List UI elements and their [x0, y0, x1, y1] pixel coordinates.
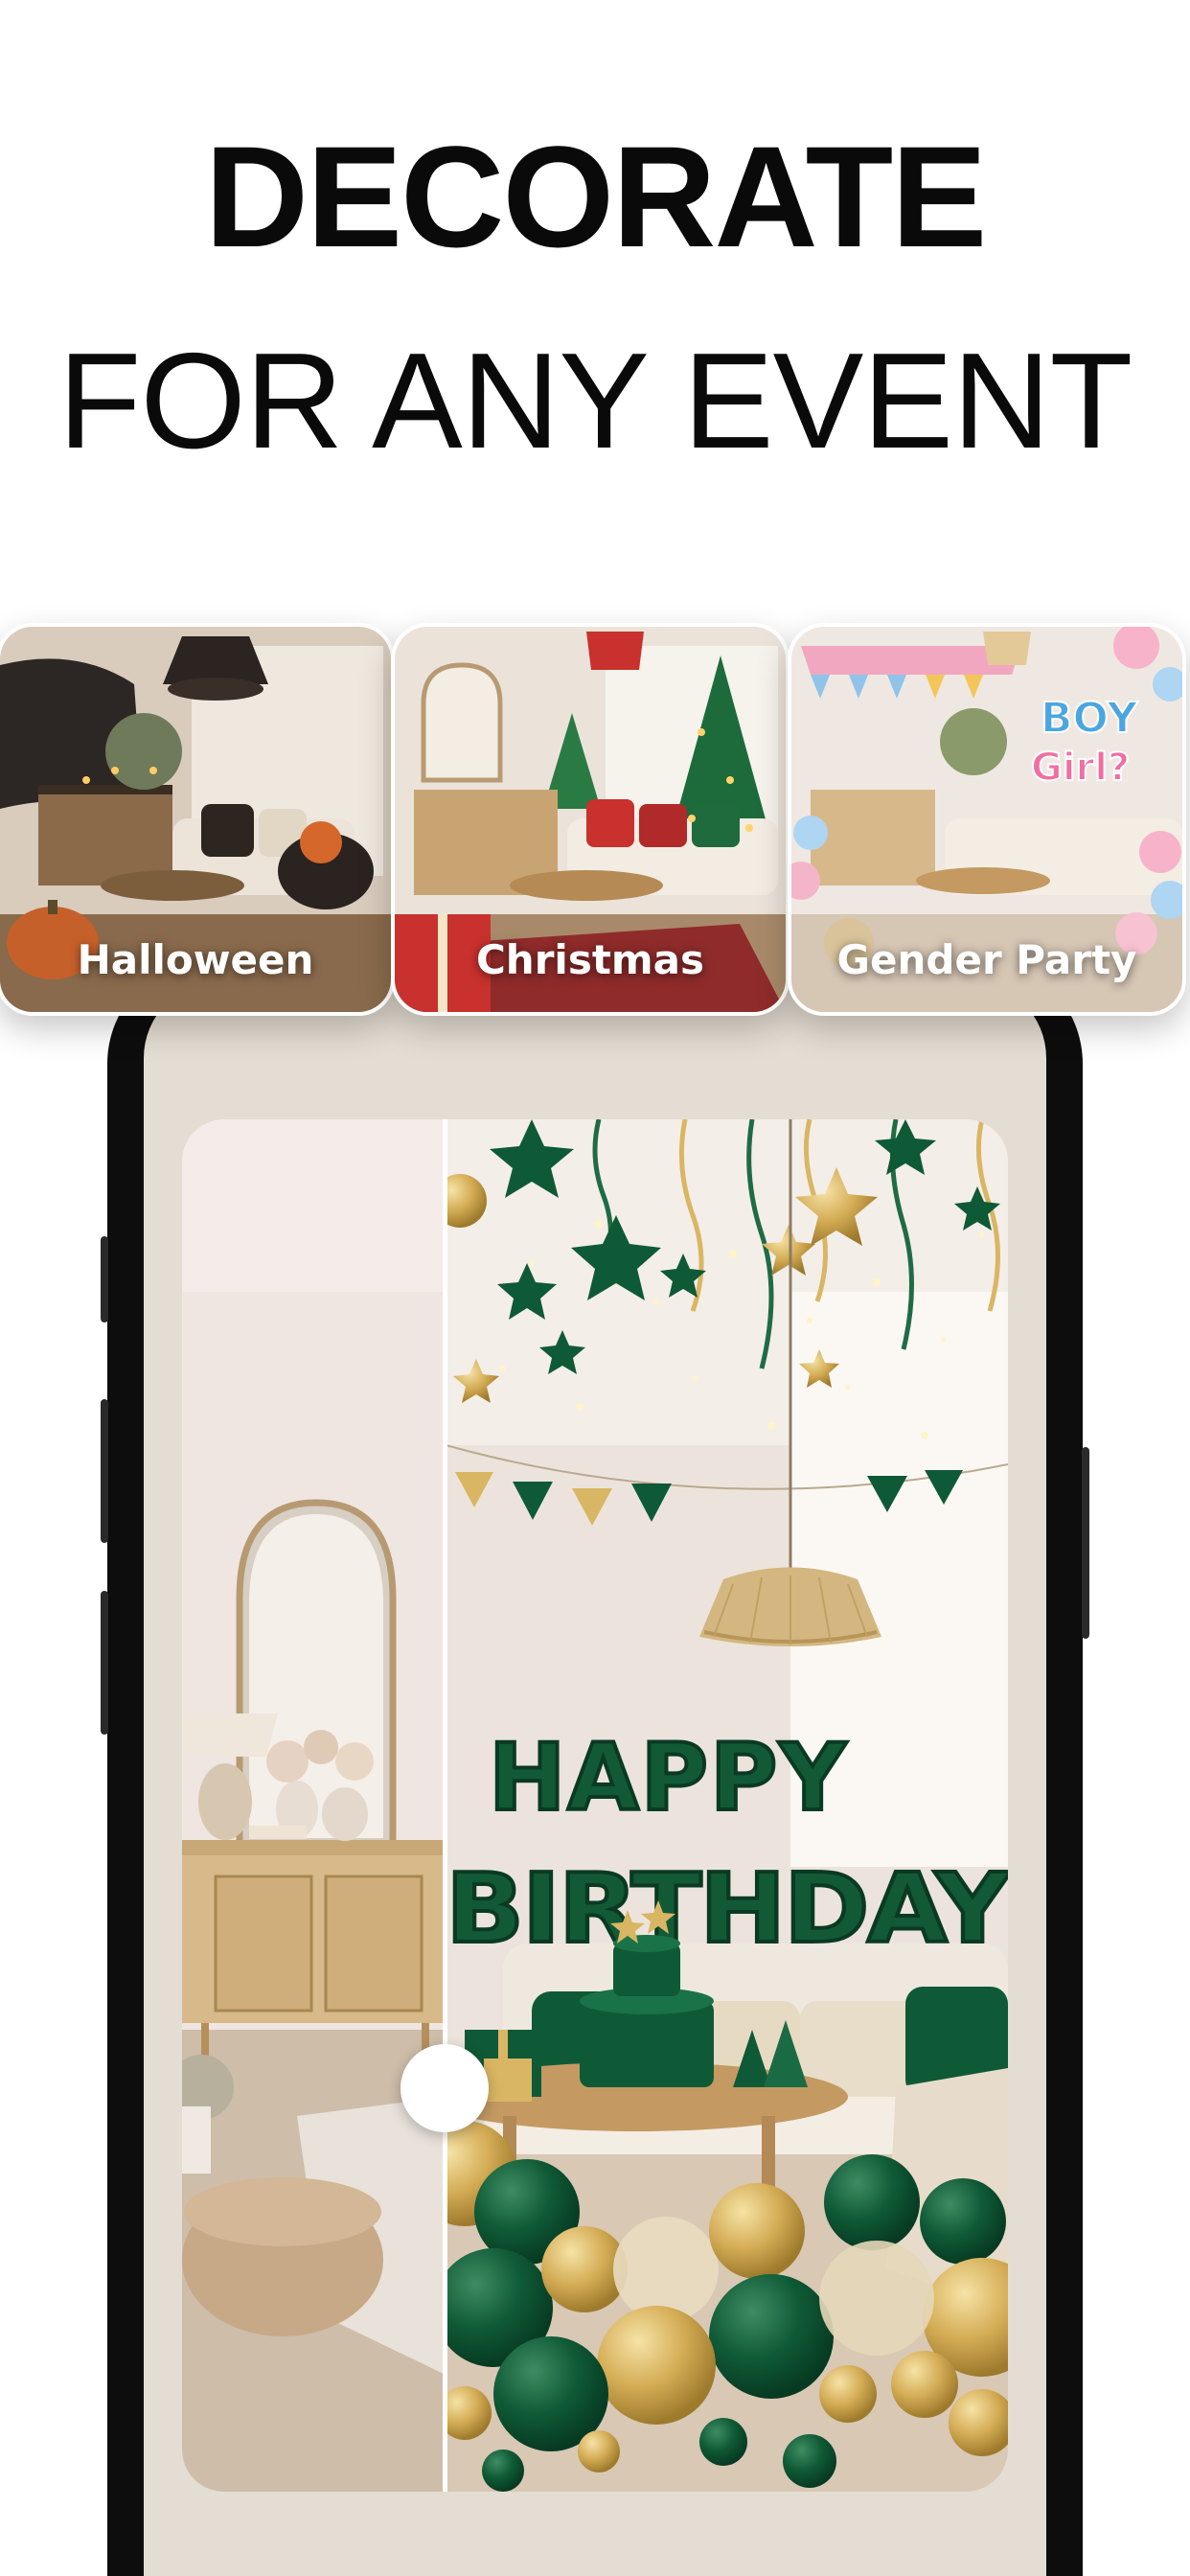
event-card-label: Halloween [77, 936, 314, 983]
before-after-compare[interactable]: HAPPY BIRTHDAY [182, 1119, 1008, 2492]
app-screen: DECORATE FOR ANY EVENT HAPPY BIRTHDAY Ha… [0, 0, 1190, 2576]
event-card-label: Gender Party [836, 936, 1137, 983]
event-card-halloween[interactable]: Halloween [0, 623, 395, 1016]
headline-subtitle: FOR ANY EVENT [57, 325, 1133, 477]
phone-side-button [101, 1236, 108, 1322]
event-category-carousel[interactable]: Halloween Christmas BOY Girl? Gender Par… [0, 623, 1190, 1018]
happy-balloon-text: HAPPY [489, 1724, 848, 1831]
event-card-label: Christmas [475, 936, 704, 983]
event-card-gender-party[interactable]: BOY Girl? Gender Party [788, 623, 1186, 1016]
svg-text:BOY: BOY [1041, 694, 1138, 743]
phone-volume-up-button [101, 1399, 108, 1543]
phone-volume-down-button [101, 1591, 108, 1735]
after-image: HAPPY BIRTHDAY [446, 1119, 1008, 2492]
headline-title: DECORATE [204, 116, 988, 277]
svg-text:Girl?: Girl? [1031, 746, 1130, 790]
event-card-christmas[interactable]: Christmas [391, 623, 790, 1016]
compare-divider-line[interactable] [443, 1119, 447, 2492]
before-image [182, 1119, 446, 2492]
compare-slider-handle[interactable] [400, 2044, 489, 2132]
phone-power-button [1082, 1447, 1089, 1639]
